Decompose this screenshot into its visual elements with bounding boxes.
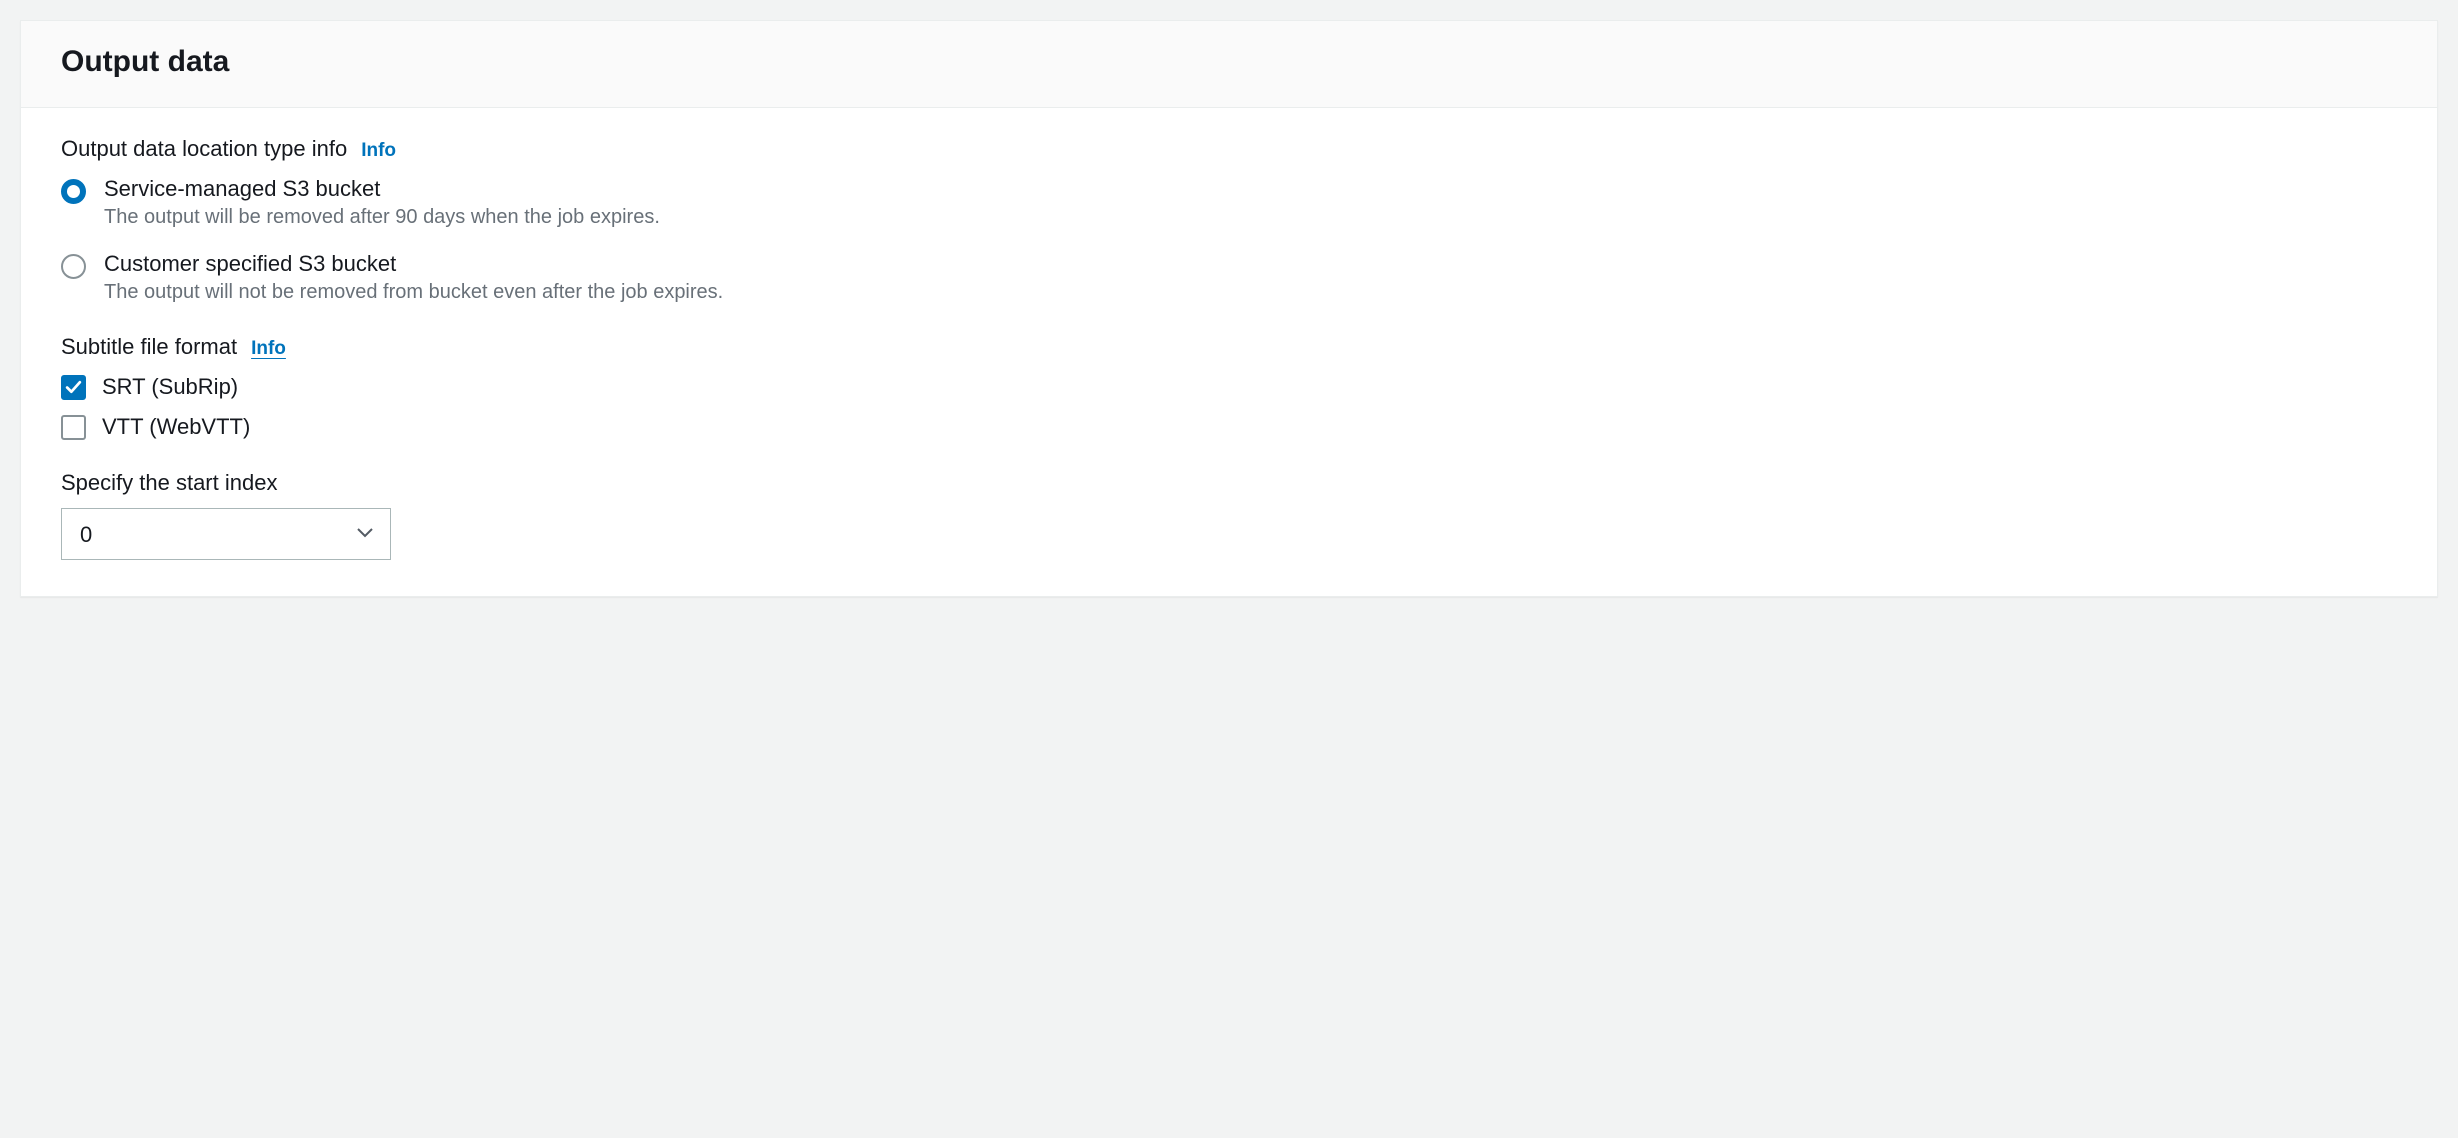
- radio-content: Service-managed S3 bucket The output wil…: [104, 176, 660, 229]
- checkbox-vtt[interactable]: [61, 415, 86, 440]
- radio-label-service-managed[interactable]: Service-managed S3 bucket: [104, 176, 660, 202]
- radio-customer-specified[interactable]: [61, 254, 86, 279]
- radio-option-customer-specified[interactable]: Customer specified S3 bucket The output …: [61, 251, 2397, 304]
- panel-header: Output data: [21, 21, 2437, 108]
- subtitle-format-label: Subtitle file format: [61, 334, 237, 360]
- checkbox-label-srt[interactable]: SRT (SubRip): [102, 374, 238, 400]
- checkbox-option-vtt[interactable]: VTT (WebVTT): [61, 414, 2397, 440]
- checkbox-label-vtt[interactable]: VTT (WebVTT): [102, 414, 250, 440]
- radio-desc-customer-specified: The output will not be removed from buck…: [104, 281, 723, 304]
- field-label-row: Subtitle file format Info: [61, 334, 2397, 360]
- field-label-row: Specify the start index: [61, 470, 2397, 496]
- panel-title: Output data: [61, 45, 2397, 79]
- radio-label-customer-specified[interactable]: Customer specified S3 bucket: [104, 251, 723, 277]
- start-index-label: Specify the start index: [61, 470, 277, 496]
- radio-content: Customer specified S3 bucket The output …: [104, 251, 723, 304]
- panel-body: Output data location type info Info Serv…: [21, 108, 2437, 596]
- output-data-location-label: Output data location type info: [61, 136, 347, 162]
- radio-option-service-managed[interactable]: Service-managed S3 bucket The output wil…: [61, 176, 2397, 229]
- output-data-location-group: Output data location type info Info Serv…: [61, 136, 2397, 304]
- checkbox-srt[interactable]: [61, 375, 86, 400]
- radio-desc-service-managed: The output will be removed after 90 days…: [104, 206, 660, 229]
- output-data-info-link[interactable]: Info: [361, 140, 396, 162]
- start-index-select-wrapper: 0: [61, 508, 391, 560]
- output-data-panel: Output data Output data location type in…: [20, 20, 2438, 597]
- radio-service-managed[interactable]: [61, 179, 86, 204]
- checkbox-option-srt[interactable]: SRT (SubRip): [61, 374, 2397, 400]
- field-label-row: Output data location type info Info: [61, 136, 2397, 162]
- check-icon: [65, 379, 82, 396]
- subtitle-info-link[interactable]: Info: [251, 338, 286, 360]
- subtitle-format-group: Subtitle file format Info SRT (SubRip) V: [61, 334, 2397, 440]
- start-index-group: Specify the start index 0: [61, 470, 2397, 560]
- start-index-select[interactable]: 0: [61, 508, 391, 560]
